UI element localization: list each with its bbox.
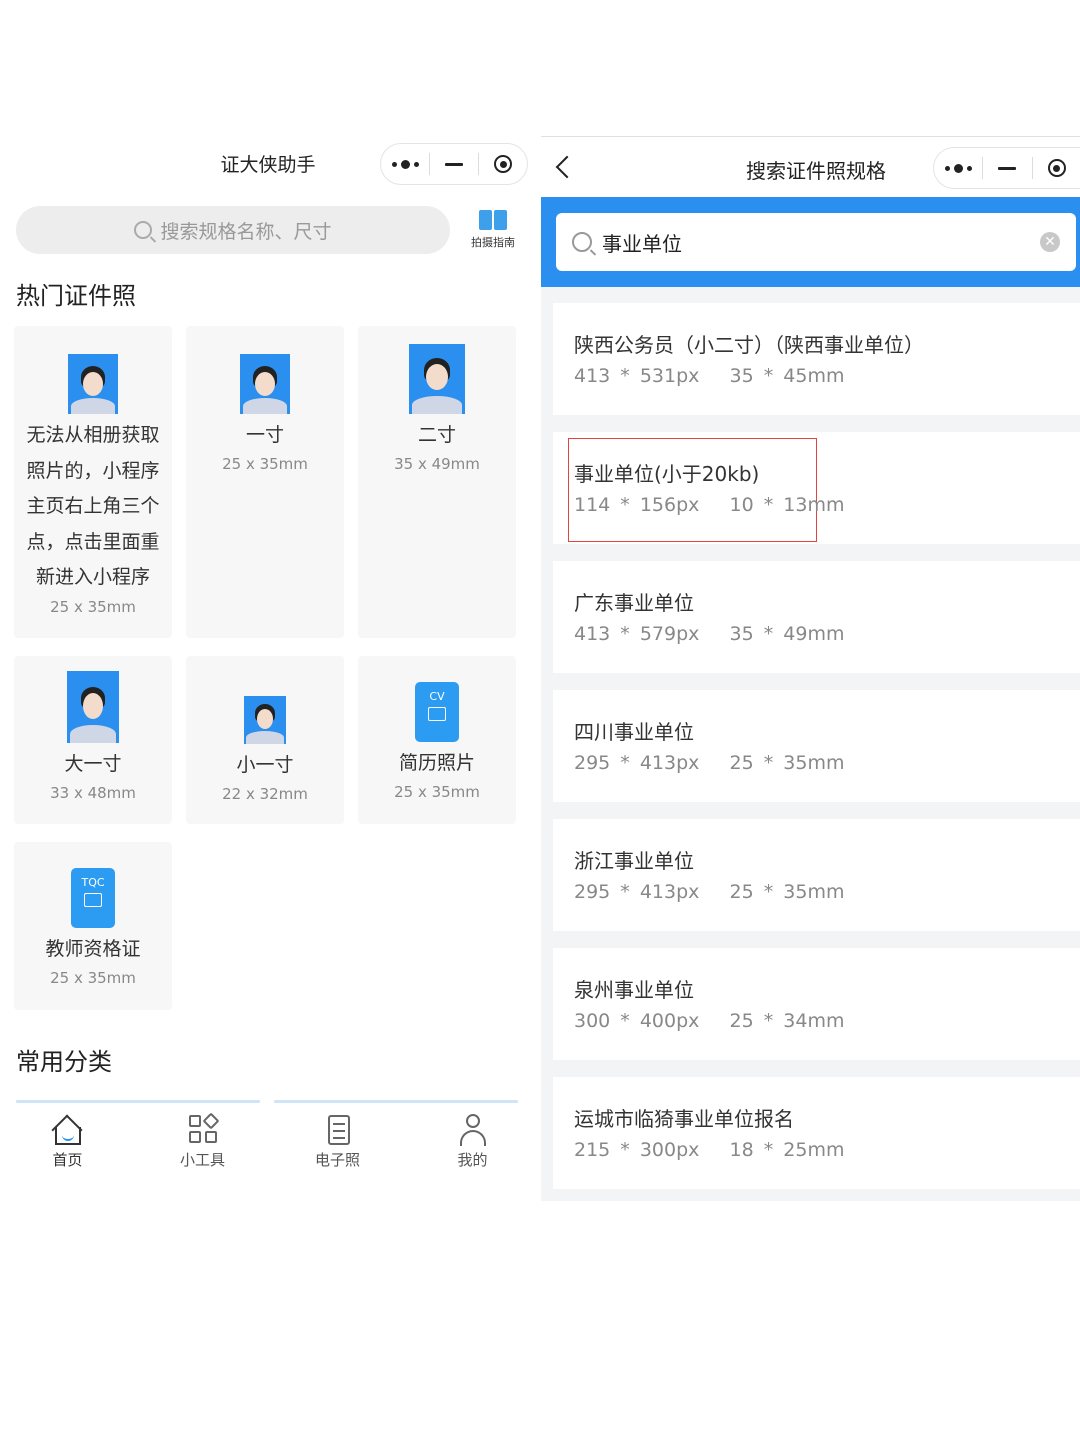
- user-icon: [456, 1113, 490, 1147]
- card-size: 33 x 48mm: [50, 784, 136, 802]
- tab-tools[interactable]: 小工具: [135, 1103, 270, 1175]
- more-button[interactable]: [934, 148, 982, 188]
- portrait-icon: [68, 354, 118, 414]
- teacher-cert-badge: TQC: [81, 876, 105, 889]
- result-spec: 300 * 400px 25 * 34mm: [574, 1010, 845, 1032]
- back-arrow-icon[interactable]: [555, 155, 579, 179]
- result-spec: 413 * 531px 35 * 45mm: [574, 365, 845, 387]
- teacher-cert-icon: TQC: [71, 868, 115, 928]
- portrait-icon: [409, 344, 465, 414]
- card-name: 二寸: [417, 424, 456, 446]
- more-button[interactable]: [381, 144, 429, 184]
- document-icon: [321, 1113, 355, 1147]
- search-placeholder: 搜索规格名称、尺寸: [160, 220, 332, 243]
- tab-label: 我的: [457, 1151, 488, 1169]
- result-name: 四川事业单位: [574, 720, 694, 744]
- minus-icon: [998, 166, 1017, 170]
- spec-card[interactable]: 一寸 25 x 35mm: [186, 326, 344, 638]
- search-input[interactable]: 事业单位 ✕: [556, 213, 1076, 271]
- hot-section-heading: 热门证件照: [16, 282, 136, 310]
- spec-card[interactable]: 无法从相册获取照片的，小程序主页右上角三个点，点击里面重新进入小程序 25 x …: [14, 326, 172, 638]
- portrait-icon: [240, 354, 290, 414]
- card-name: 教师资格证: [45, 938, 141, 960]
- tab-label: 电子照: [314, 1151, 360, 1169]
- result-spec: 114 * 156px 10 * 13mm: [574, 494, 845, 516]
- card-name: 简历照片: [398, 752, 475, 774]
- target-icon: [494, 155, 512, 173]
- book-icon: [479, 210, 507, 230]
- result-name: 广东事业单位: [574, 591, 694, 615]
- search-header: 事业单位 ✕: [541, 197, 1080, 287]
- search-icon: [572, 232, 592, 252]
- page-title: 证大侠助手: [220, 154, 316, 176]
- result-item[interactable]: 广东事业单位 413 * 579px 35 * 49mm: [553, 561, 1080, 673]
- left-screen: 证大侠助手 搜索规格名称、尺寸 拍摄指南 热门证件照 无法从相册获取照片的，小程…: [0, 0, 540, 1439]
- capsule-menu: [933, 147, 1080, 189]
- tab-home[interactable]: 首页: [0, 1103, 135, 1175]
- result-item[interactable]: 浙江事业单位 295 * 413px 25 * 35mm: [553, 819, 1080, 931]
- card-size: 25 x 35mm: [50, 969, 136, 987]
- spec-card[interactable]: 小一寸 22 x 32mm: [186, 656, 344, 824]
- target-icon: [1047, 159, 1066, 177]
- close-button[interactable]: [479, 144, 527, 184]
- card-name: 无法从相册获取照片的，小程序主页右上角三个点，点击里面重新进入小程序: [26, 424, 160, 588]
- shooting-guide-button[interactable]: 拍摄指南: [462, 210, 524, 250]
- result-spec: 295 * 413px 25 * 35mm: [574, 752, 845, 774]
- result-item[interactable]: 泉州事业单位 300 * 400px 25 * 34mm: [553, 948, 1080, 1060]
- spec-card[interactable]: CV 简历照片 25 x 35mm: [358, 656, 516, 824]
- minus-icon: [445, 162, 463, 166]
- spec-card[interactable]: 大一寸 33 x 48mm: [14, 656, 172, 824]
- result-name: 事业单位(小于20kb): [574, 462, 760, 486]
- clear-icon[interactable]: ✕: [1040, 232, 1060, 252]
- page-title: 搜索证件照规格: [746, 159, 886, 183]
- resume-badge: CV: [429, 690, 445, 703]
- result-name: 运城市临猗事业单位报名: [574, 1107, 794, 1131]
- result-item[interactable]: 四川事业单位 295 * 413px 25 * 35mm: [553, 690, 1080, 802]
- search-input[interactable]: 搜索规格名称、尺寸: [16, 206, 450, 254]
- search-icon: [134, 221, 153, 239]
- card-name: 大一寸: [64, 753, 122, 775]
- result-spec: 295 * 413px 25 * 35mm: [574, 881, 845, 903]
- tab-label: 小工具: [179, 1151, 225, 1169]
- nav-bar: 搜索证件照规格: [541, 137, 1080, 197]
- close-button[interactable]: [1033, 148, 1080, 188]
- result-item[interactable]: 事业单位(小于20kb) 114 * 156px 10 * 13mm: [553, 432, 1080, 544]
- portrait-icon: [244, 696, 286, 744]
- guide-label: 拍摄指南: [471, 236, 515, 249]
- result-name: 浙江事业单位: [574, 849, 694, 873]
- portrait-icon: [67, 671, 119, 743]
- result-name: 陕西公务员（小二寸）（陕西事业单位）: [574, 333, 924, 357]
- card-name: 小一寸: [236, 754, 294, 776]
- right-screen: 搜索证件照规格 事业单位 ✕ 陕西公务员（小二寸）（陕西事业单位） 413 * …: [541, 136, 1080, 1201]
- more-dots-icon: [391, 159, 419, 169]
- bottom-tab-bar: 首页 小工具 电子照 我的: [0, 1103, 540, 1175]
- card-size: 35 x 49mm: [394, 455, 480, 473]
- result-spec: 413 * 579px 35 * 49mm: [574, 623, 845, 645]
- result-spec: 215 * 300px 18 * 25mm: [574, 1139, 845, 1161]
- card-size: 25 x 35mm: [50, 597, 136, 616]
- card-name: 一寸: [245, 424, 284, 446]
- spec-card[interactable]: 二寸 35 x 49mm: [358, 326, 516, 638]
- spec-card[interactable]: TQC 教师资格证 25 x 35mm: [14, 842, 172, 1010]
- card-size: 22 x 32mm: [222, 785, 308, 803]
- result-item[interactable]: 运城市临猗事业单位报名 215 * 300px 18 * 25mm: [553, 1077, 1080, 1189]
- card-size: 25 x 35mm: [394, 783, 480, 801]
- tab-mine[interactable]: 我的: [405, 1103, 540, 1175]
- resume-icon: CV: [415, 682, 459, 742]
- home-icon: [50, 1113, 85, 1147]
- tab-e-photo[interactable]: 电子照: [270, 1103, 405, 1175]
- tools-icon: [186, 1112, 220, 1147]
- common-section-heading: 常用分类: [16, 1048, 112, 1076]
- capsule-menu: [380, 143, 528, 185]
- minimize-button[interactable]: [430, 144, 478, 184]
- result-name: 泉州事业单位: [574, 978, 694, 1002]
- search-value: 事业单位: [602, 231, 682, 256]
- result-item[interactable]: 陕西公务员（小二寸）（陕西事业单位） 413 * 531px 35 * 45mm: [553, 303, 1080, 415]
- more-dots-icon: [944, 163, 972, 173]
- card-size: 25 x 35mm: [222, 455, 308, 473]
- minimize-button[interactable]: [983, 148, 1031, 188]
- tab-label: 首页: [52, 1151, 83, 1169]
- highlight-box: [568, 438, 817, 542]
